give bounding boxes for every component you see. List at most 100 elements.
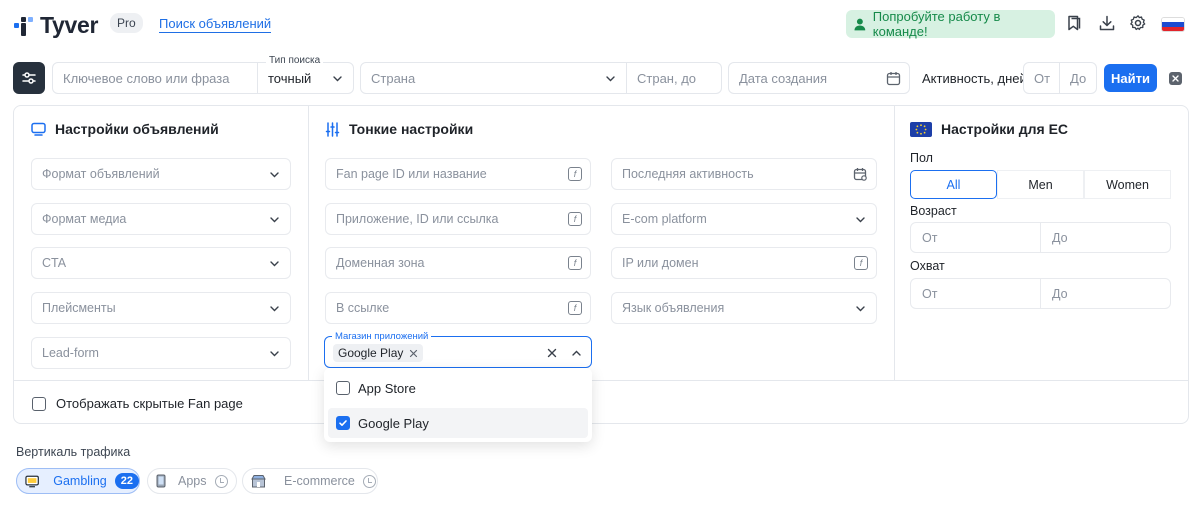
chevron-down-icon xyxy=(856,306,865,312)
chevron-down-icon xyxy=(270,261,279,267)
search-type-select[interactable]: точный xyxy=(257,62,354,94)
chevron-down-icon xyxy=(270,172,279,178)
countries-limit-placeholder: Стран, до xyxy=(637,70,697,86)
cta-select[interactable]: CTA xyxy=(31,247,291,279)
checkbox[interactable] xyxy=(32,396,46,411)
domain-zone-input[interactable]: Доменная зона f xyxy=(325,247,591,279)
brand-name: Tyver xyxy=(40,12,99,38)
chevron-down-icon xyxy=(606,76,615,82)
find-button[interactable]: Найти xyxy=(1104,64,1157,92)
count-badge: 22 xyxy=(114,473,139,489)
filter-toggle-button[interactable] xyxy=(13,62,45,94)
chip-label: Google Play xyxy=(338,346,404,360)
clear-icon[interactable] xyxy=(547,348,557,358)
gear-icon[interactable] xyxy=(1129,14,1147,32)
ecom-platform-select[interactable]: E-com platform xyxy=(611,203,877,235)
placements-select[interactable]: Плейсменты xyxy=(31,292,291,324)
flag-ru-icon[interactable] xyxy=(1161,17,1185,32)
clock-icon xyxy=(362,474,376,488)
ad-settings-title: Настройки объявлений xyxy=(31,121,219,137)
reach-label: Охват xyxy=(910,259,945,273)
eu-flag-icon xyxy=(910,121,932,137)
ip-domain-input[interactable]: IP или домен f xyxy=(611,247,877,279)
fan-page-input[interactable]: Fan page ID или название f xyxy=(325,158,591,190)
option-label: Google Play xyxy=(358,415,429,431)
checkbox-checked[interactable] xyxy=(336,416,350,430)
field-label: В ссылке xyxy=(336,301,390,315)
panel-divider xyxy=(308,105,309,381)
app-store-dropdown: App Store Google Play xyxy=(324,368,592,442)
tuning-icon xyxy=(325,121,340,137)
team-trial-button[interactable]: Попробуйте работу в команде! xyxy=(846,9,1055,39)
logo-icon xyxy=(14,15,34,37)
vertical-chip-apps[interactable]: Apps xyxy=(147,468,237,494)
check-icon xyxy=(339,420,347,426)
field-label: Язык объявления xyxy=(622,301,725,315)
countries-limit-input[interactable]: Стран, до xyxy=(626,62,722,94)
app-id-input[interactable]: Приложение, ID или ссылка f xyxy=(325,203,591,235)
creation-date-placeholder: Дата создания xyxy=(739,70,828,86)
chip-label: E-commerce xyxy=(284,474,355,488)
lead-form-select[interactable]: Lead-form xyxy=(31,337,291,369)
age-from-input[interactable]: От xyxy=(911,223,1040,252)
field-label: Lead-form xyxy=(42,346,99,360)
activity-from-input[interactable]: От xyxy=(1023,62,1060,94)
vertical-chip-ecommerce[interactable]: E-commerce xyxy=(242,468,378,494)
chevron-down-icon xyxy=(856,217,865,223)
field-label: CTA xyxy=(42,256,67,270)
option-app-store[interactable]: App Store xyxy=(328,373,588,403)
clear-search-icon[interactable] xyxy=(1169,72,1182,85)
team-trial-label: Попробуйте работу в команде! xyxy=(872,9,1001,39)
activity-to-placeholder: До xyxy=(1070,70,1087,86)
show-hidden-fanpages-label: Отображать скрытые Fan page xyxy=(56,396,243,411)
in-link-input[interactable]: В ссылке f xyxy=(325,292,591,324)
selected-chip[interactable]: Google Play xyxy=(333,344,424,362)
panel-divider xyxy=(14,380,1188,381)
chip-label: Apps xyxy=(178,474,207,488)
logo[interactable]: Tyver xyxy=(14,12,98,39)
gender-segmented-control: All Men Women xyxy=(910,170,1171,199)
phone-icon xyxy=(156,474,166,488)
clock-icon xyxy=(214,474,228,488)
gender-option-all[interactable]: All xyxy=(910,170,997,199)
function-icon[interactable]: f xyxy=(568,212,582,226)
field-label: E-com platform xyxy=(622,212,707,226)
chevron-down-icon xyxy=(270,217,279,223)
field-label: Доменная зона xyxy=(336,256,425,270)
option-google-play[interactable]: Google Play xyxy=(328,408,588,438)
monitor-icon xyxy=(25,475,39,487)
field-label: Последняя активность xyxy=(622,167,754,181)
age-to-input[interactable]: До xyxy=(1040,223,1170,252)
show-hidden-fanpages[interactable]: Отображать скрытые Fan page xyxy=(32,396,243,411)
country-select[interactable]: Страна xyxy=(360,62,627,94)
chip-remove-icon[interactable] xyxy=(409,349,418,358)
shop-icon xyxy=(251,475,266,488)
last-activity-input[interactable]: Последняя активность xyxy=(611,158,877,190)
media-format-select[interactable]: Формат медиа xyxy=(31,203,291,235)
chevron-up-icon[interactable] xyxy=(571,348,582,359)
chip-label: Gambling xyxy=(53,474,107,488)
activity-label: Активность, дней xyxy=(922,71,1027,86)
plan-badge: Pro xyxy=(110,13,143,33)
function-icon[interactable]: f xyxy=(854,256,868,270)
bookmark-icon[interactable] xyxy=(1065,14,1083,32)
checkbox[interactable] xyxy=(336,381,350,395)
function-icon[interactable]: f xyxy=(568,167,582,181)
gender-option-women[interactable]: Women xyxy=(1084,170,1171,199)
download-icon[interactable] xyxy=(1098,14,1116,32)
reach-from-input[interactable]: От xyxy=(911,279,1040,308)
function-icon[interactable]: f xyxy=(568,256,582,270)
field-label: Fan page ID или название xyxy=(336,167,487,181)
reach-to-input[interactable]: До xyxy=(1040,279,1170,308)
activity-to-input[interactable]: До xyxy=(1059,62,1097,94)
gender-option-men[interactable]: Men xyxy=(997,170,1084,199)
keyword-input[interactable]: Ключевое слово или фраза xyxy=(52,62,258,94)
nav-search-ads[interactable]: Поиск объявлений xyxy=(159,16,272,33)
calendar-search-icon xyxy=(853,168,867,181)
function-icon[interactable]: f xyxy=(568,301,582,315)
ad-format-select[interactable]: Формат объявлений xyxy=(31,158,291,190)
vertical-chip-gambling[interactable]: Gambling 22 xyxy=(16,468,140,494)
ad-language-select[interactable]: Язык объявления xyxy=(611,292,877,324)
creation-date-input[interactable]: Дата создания xyxy=(728,62,910,94)
age-label: Возраст xyxy=(910,204,957,218)
